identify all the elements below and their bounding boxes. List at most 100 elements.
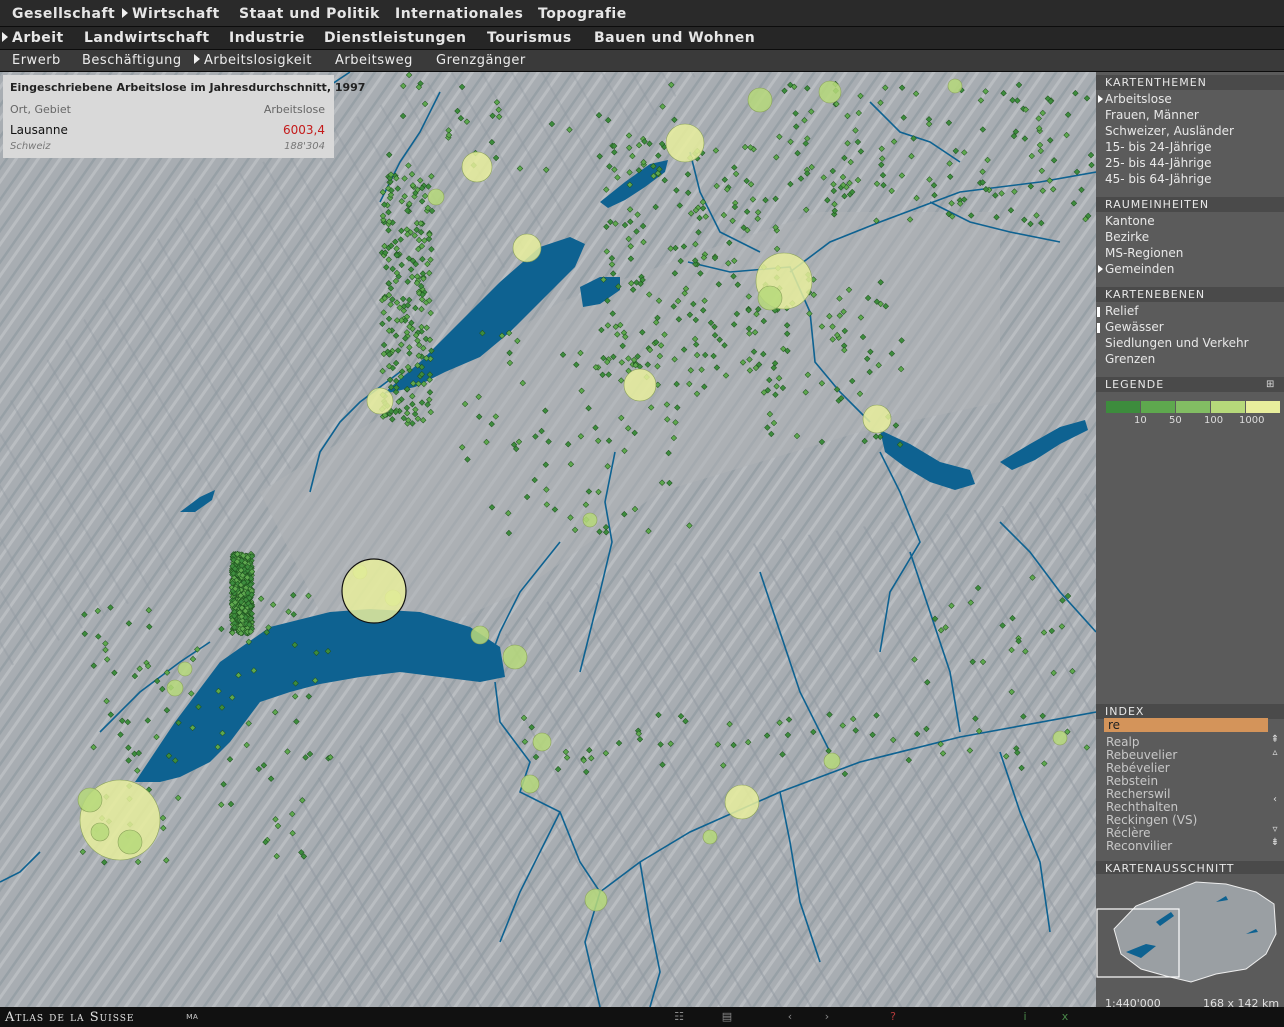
theme-15-24[interactable]: 15- bis 24-Jährige	[1105, 140, 1211, 154]
municipality-circle	[582, 512, 598, 528]
info-icon[interactable]: i	[1018, 1010, 1032, 1024]
nav-arbeitslosigkeit-label: Arbeitslosigkeit	[204, 53, 312, 68]
municipality-circle	[862, 404, 892, 434]
theme-45-64[interactable]: 45- bis 64-Jährige	[1105, 172, 1211, 186]
municipality-circle	[470, 625, 490, 645]
map-svg	[0, 72, 1096, 1007]
nav-industrie[interactable]: Industrie	[229, 30, 305, 46]
nav-tourismus[interactable]: Tourismus	[487, 30, 572, 46]
legend-tick: 10	[1134, 415, 1147, 426]
kartenebenen-header: KARTENEBENEN	[1096, 287, 1284, 302]
map-canvas[interactable]	[0, 72, 1096, 1007]
layer-on-indicator	[1097, 307, 1100, 317]
help-icon[interactable]: ?	[886, 1010, 900, 1024]
municipality-circle	[117, 829, 143, 855]
index-item[interactable]: Reckingen (VS)	[1106, 813, 1197, 827]
index-item[interactable]: Rebeuvelier	[1106, 748, 1177, 762]
nav-bauen-und-wohnen[interactable]: Bauen und Wohnen	[594, 30, 755, 46]
nav-internationales[interactable]: Internationales	[395, 6, 523, 22]
municipality-circle	[502, 644, 528, 670]
unit-gemeinden[interactable]: Gemeinden	[1105, 262, 1174, 276]
layer-siedlungen[interactable]: Siedlungen und Verkehr	[1105, 336, 1249, 350]
municipality-circle	[461, 151, 493, 183]
legend-swatch	[1106, 401, 1140, 413]
index-header: INDEX	[1096, 704, 1284, 719]
legend-tick: 50	[1169, 415, 1182, 426]
index-item[interactable]: Rebévelier	[1106, 761, 1170, 775]
active-arrow-icon	[2, 32, 8, 42]
scroll-left-icon[interactable]: ‹	[1269, 794, 1281, 806]
theme-arbeitslose[interactable]: Arbeitslose	[1105, 92, 1172, 106]
municipality-circle	[1052, 730, 1068, 746]
municipality-circle	[823, 752, 841, 770]
index-item[interactable]: Reconvilier	[1106, 839, 1172, 853]
index-search-input[interactable]	[1104, 718, 1268, 732]
selected-arrow-icon	[1098, 95, 1103, 103]
municipality-circle	[665, 123, 705, 163]
active-arrow-icon	[194, 54, 200, 64]
municipality-circle	[366, 387, 394, 415]
municipality-circle	[77, 787, 103, 813]
forward-icon[interactable]: ›	[820, 1010, 834, 1024]
theme-schweizer-auslaender[interactable]: Schweizer, Ausländer	[1105, 124, 1234, 138]
nav-arbeitsweg[interactable]: Arbeitsweg	[335, 53, 413, 68]
nav-erwerb[interactable]: Erwerb	[12, 53, 61, 68]
info-total-value: 188'304	[284, 141, 325, 152]
selected-lausanne-circle[interactable]	[341, 558, 407, 624]
back-icon[interactable]: ‹	[783, 1010, 797, 1024]
map-scale: 1:440'000	[1105, 997, 1161, 1010]
unit-bezirke[interactable]: Bezirke	[1105, 230, 1149, 244]
municipality-circle	[702, 829, 718, 845]
nav-beschaeftigung[interactable]: Beschäftigung	[82, 53, 182, 68]
legende-header: LEGENDE	[1096, 377, 1284, 392]
overview-map[interactable]	[1096, 874, 1284, 1007]
kartenthemen-header: KARTENTHEMEN	[1096, 75, 1284, 90]
theme-frauen-maenner[interactable]: Frauen, Männer	[1105, 108, 1199, 122]
unit-ms-regionen[interactable]: MS-Regionen	[1105, 246, 1183, 260]
nav-gesellschaft[interactable]: Gesellschaft	[12, 6, 115, 22]
nav-wirtschaft-label: Wirtschaft	[132, 6, 220, 22]
nav-wirtschaft[interactable]: Wirtschaft	[122, 6, 220, 22]
legend-swatch	[1176, 401, 1210, 413]
nav-staat-und-politik[interactable]: Staat und Politik	[239, 6, 380, 22]
municipality-circle	[947, 78, 963, 94]
info-title: Eingeschriebene Arbeitslose im Jahresdur…	[10, 81, 366, 94]
municipality-circle	[757, 285, 783, 311]
scroll-up-icon[interactable]: ▵	[1269, 747, 1281, 759]
index-item[interactable]: Realp	[1106, 735, 1140, 749]
side-panel: KARTENTHEMEN Arbeitslose Frauen, Männer …	[1096, 72, 1284, 1007]
scroll-top-icon[interactable]: ⇞	[1269, 734, 1281, 746]
nav-arbeit[interactable]: Arbeit	[2, 30, 64, 46]
index-item[interactable]: Rebstein	[1106, 774, 1158, 788]
nav-topografie[interactable]: Topografie	[538, 6, 627, 22]
expand-icon[interactable]: ⊞	[1266, 379, 1274, 390]
index-item[interactable]: Réclère	[1106, 826, 1151, 840]
scroll-bottom-icon[interactable]: ⇟	[1269, 837, 1281, 849]
municipality-circle	[724, 784, 760, 820]
legend-list-icon[interactable]: ☷	[672, 1010, 686, 1024]
layer-gewaesser[interactable]: Gewässer	[1105, 320, 1164, 334]
municipality-circle	[818, 80, 842, 104]
index-item[interactable]: Rechthalten	[1106, 800, 1178, 814]
municipality-circle	[166, 679, 184, 697]
close-icon[interactable]: x	[1058, 1010, 1072, 1024]
nav-dienstleistungen[interactable]: Dienstleistungen	[324, 30, 466, 46]
theme-25-44[interactable]: 25- bis 44-Jährige	[1105, 156, 1211, 170]
layer-relief[interactable]: Relief	[1105, 304, 1138, 318]
scroll-down-icon[interactable]: ▿	[1269, 824, 1281, 836]
document-icon[interactable]: ▤	[720, 1010, 734, 1024]
index-item[interactable]: Recherswil	[1106, 787, 1170, 801]
municipality-circle	[520, 774, 540, 794]
nav-arbeitslosigkeit[interactable]: Arbeitslosigkeit	[194, 53, 312, 68]
map-extent: 168 x 142 km	[1203, 997, 1280, 1010]
legend-tick: 1000	[1239, 415, 1265, 426]
main-nav: Gesellschaft Wirtschaft Staat und Politi…	[0, 0, 1284, 27]
legend-swatch	[1141, 401, 1175, 413]
active-arrow-icon	[122, 8, 128, 18]
layer-grenzen[interactable]: Grenzen	[1105, 352, 1155, 366]
municipality-circle	[90, 822, 110, 842]
nav-grenzgaenger[interactable]: Grenzgänger	[436, 53, 526, 68]
info-row-value: 6003,4	[283, 123, 325, 137]
nav-landwirtschaft[interactable]: Landwirtschaft	[84, 30, 210, 46]
unit-kantone[interactable]: Kantone	[1105, 214, 1155, 228]
